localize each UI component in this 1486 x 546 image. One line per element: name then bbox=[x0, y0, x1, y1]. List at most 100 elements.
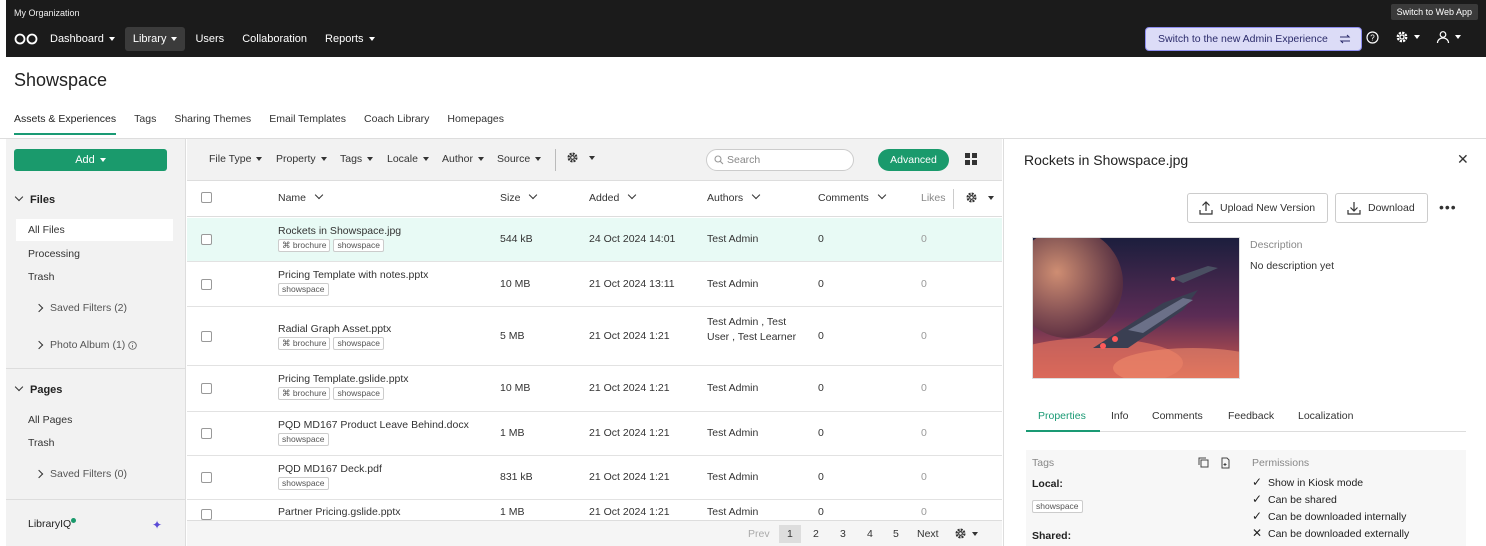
sidebar-item-photo-album[interactable]: Photo Album (1) bbox=[34, 339, 137, 351]
tab-email-templates[interactable]: Email Templates bbox=[269, 113, 346, 135]
filter-file-type[interactable]: File Type bbox=[209, 153, 263, 165]
column-likes[interactable]: Likes bbox=[921, 192, 946, 204]
column-separator bbox=[953, 189, 954, 209]
column-authors[interactable]: Authors bbox=[707, 190, 761, 204]
help-icon[interactable]: ? bbox=[1366, 30, 1379, 44]
logo-icon[interactable] bbox=[14, 33, 38, 45]
advanced-button[interactable]: Advanced bbox=[878, 149, 949, 171]
asset-name[interactable]: Pricing Template with notes.pptx bbox=[278, 269, 488, 281]
info-icon[interactable] bbox=[128, 340, 137, 350]
detail-tab-info[interactable]: Info bbox=[1111, 410, 1129, 422]
pagination-settings-menu[interactable] bbox=[954, 527, 978, 540]
row-checkbox[interactable] bbox=[201, 234, 212, 245]
pages-section-header[interactable]: Pages bbox=[14, 382, 62, 396]
cell-likes: 0 bbox=[921, 277, 927, 290]
switch-to-web-app-button[interactable]: Switch to Web App bbox=[1390, 4, 1478, 20]
detail-tab-feedback[interactable]: Feedback bbox=[1228, 410, 1274, 422]
row-checkbox[interactable] bbox=[201, 428, 212, 439]
asset-name-cell[interactable]: PQD MD167 Product Leave Behind.docx shows… bbox=[278, 419, 488, 446]
asset-name-cell[interactable]: Pricing Template.gslide.pptx ⌘ brochure sh… bbox=[278, 373, 488, 400]
new-admin-experience-button[interactable]: Switch to the new Admin Experience bbox=[1145, 27, 1362, 51]
asset-name-cell[interactable]: Pricing Template with notes.pptx showspac… bbox=[278, 269, 488, 296]
copy-icon[interactable] bbox=[1198, 457, 1209, 468]
sidebar-item-all-pages[interactable]: All Pages bbox=[28, 414, 72, 426]
detail-tab-comments[interactable]: Comments bbox=[1152, 410, 1203, 422]
search-input[interactable]: Search bbox=[706, 149, 854, 171]
row-checkbox[interactable] bbox=[201, 509, 212, 520]
row-checkbox[interactable] bbox=[201, 330, 212, 342]
asset-name[interactable]: PQD MD167 Product Leave Behind.docx bbox=[278, 419, 488, 431]
row-checkbox[interactable] bbox=[201, 472, 212, 483]
row-checkbox[interactable] bbox=[201, 278, 212, 290]
tab-tags[interactable]: Tags bbox=[134, 113, 156, 135]
asset-name-cell[interactable]: PQD MD167 Deck.pdf showspace bbox=[278, 463, 488, 490]
add-button[interactable]: Add bbox=[14, 149, 167, 171]
table-row[interactable]: PQD MD167 Deck.pdf showspace 831 kB 21 Oct … bbox=[187, 456, 1002, 500]
sidebar-item-all-files[interactable]: All Files bbox=[16, 219, 173, 241]
nav-item-users[interactable]: Users bbox=[187, 27, 232, 51]
sidebar-item-processing[interactable]: Processing bbox=[28, 248, 80, 260]
sidebar-item-saved-filters[interactable]: Saved Filters (2) bbox=[34, 302, 127, 314]
filter-property[interactable]: Property bbox=[276, 153, 327, 165]
row-checkbox[interactable] bbox=[201, 383, 212, 394]
asset-name[interactable]: PQD MD167 Deck.pdf bbox=[278, 463, 488, 475]
download-button[interactable]: Download bbox=[1335, 193, 1428, 223]
asset-name-cell[interactable]: Rockets in Showspace.jpg ⌘ brochure showsp… bbox=[278, 225, 488, 252]
search-placeholder: Search bbox=[727, 154, 761, 166]
nav-item-collaboration[interactable]: Collaboration bbox=[234, 27, 315, 51]
paste-icon[interactable] bbox=[1220, 457, 1231, 469]
sparkle-icon[interactable]: ✦ bbox=[152, 518, 162, 532]
user-menu[interactable] bbox=[1436, 30, 1461, 44]
table-row[interactable]: Rockets in Showspace.jpg ⌘ brochure showsp… bbox=[187, 218, 1002, 262]
sidebar-item-trash[interactable]: Trash bbox=[28, 271, 54, 283]
page-5-button[interactable]: 5 bbox=[893, 528, 899, 540]
asset-name[interactable]: Partner Pricing.gslide.pptx bbox=[278, 506, 488, 518]
sidebar-divider bbox=[6, 499, 186, 500]
asset-thumbnail[interactable] bbox=[1032, 237, 1240, 379]
asset-name[interactable]: Pricing Template.gslide.pptx bbox=[278, 373, 488, 385]
prev-page-button[interactable]: Prev bbox=[748, 528, 770, 540]
libraryiq-link[interactable]: LibraryIQ bbox=[28, 518, 77, 530]
filter-locale[interactable]: Locale bbox=[387, 153, 429, 165]
sidebar-item-pages-trash[interactable]: Trash bbox=[28, 437, 54, 449]
next-page-button[interactable]: Next bbox=[917, 528, 939, 540]
table-row[interactable]: Pricing Template.gslide.pptx ⌘ brochure sh… bbox=[187, 366, 1002, 412]
filter-source[interactable]: Source bbox=[497, 153, 542, 165]
settings-menu[interactable] bbox=[1395, 30, 1420, 44]
filter-settings-menu[interactable] bbox=[566, 151, 595, 164]
page-4-button[interactable]: 4 bbox=[867, 528, 873, 540]
nav-item-dashboard[interactable]: Dashboard bbox=[42, 27, 123, 51]
detail-tab-localization[interactable]: Localization bbox=[1298, 410, 1353, 422]
filter-author[interactable]: Author bbox=[442, 153, 484, 165]
column-added[interactable]: Added bbox=[589, 190, 637, 204]
asset-name-cell[interactable]: Partner Pricing.gslide.pptx bbox=[278, 506, 488, 518]
close-icon[interactable]: ✕ bbox=[1457, 151, 1469, 168]
tab-sharing-themes[interactable]: Sharing Themes bbox=[174, 113, 251, 135]
table-row[interactable]: Radial Graph Asset.pptx ⌘ brochure showspa… bbox=[187, 307, 1002, 366]
table-row[interactable]: Pricing Template with notes.pptx showspac… bbox=[187, 262, 1002, 307]
tab-homepages[interactable]: Homepages bbox=[447, 113, 504, 135]
column-name[interactable]: Name bbox=[278, 190, 324, 204]
page-3-button[interactable]: 3 bbox=[840, 528, 846, 540]
table-row[interactable]: PQD MD167 Product Leave Behind.docx shows… bbox=[187, 412, 1002, 456]
tab-assets-experiences[interactable]: Assets & Experiences bbox=[14, 113, 117, 135]
files-section-header[interactable]: Files bbox=[14, 192, 55, 206]
asset-name[interactable]: Radial Graph Asset.pptx bbox=[278, 323, 488, 335]
asset-name[interactable]: Rockets in Showspace.jpg bbox=[278, 225, 488, 237]
detail-tab-properties[interactable]: Properties bbox=[1038, 410, 1086, 422]
column-settings-menu[interactable] bbox=[965, 191, 994, 204]
tab-coach-library[interactable]: Coach Library bbox=[364, 113, 429, 135]
upload-new-version-button[interactable]: Upload New Version bbox=[1187, 193, 1328, 223]
page-2-button[interactable]: 2 bbox=[813, 528, 819, 540]
nav-item-reports[interactable]: Reports bbox=[317, 27, 383, 51]
column-size[interactable]: Size bbox=[500, 190, 538, 204]
nav-item-library[interactable]: Library bbox=[124, 27, 186, 51]
select-all-checkbox[interactable] bbox=[201, 192, 212, 203]
grid-view-icon[interactable] bbox=[965, 153, 977, 165]
filter-tags[interactable]: Tags bbox=[340, 153, 374, 165]
page-1-button[interactable]: 1 bbox=[779, 525, 801, 543]
sidebar-item-pages-saved-filters[interactable]: Saved Filters (0) bbox=[34, 468, 127, 480]
column-comments[interactable]: Comments bbox=[818, 190, 887, 204]
asset-name-cell[interactable]: Radial Graph Asset.pptx ⌘ brochure showspa… bbox=[278, 323, 488, 350]
more-options-icon[interactable]: ••• bbox=[1439, 199, 1457, 215]
